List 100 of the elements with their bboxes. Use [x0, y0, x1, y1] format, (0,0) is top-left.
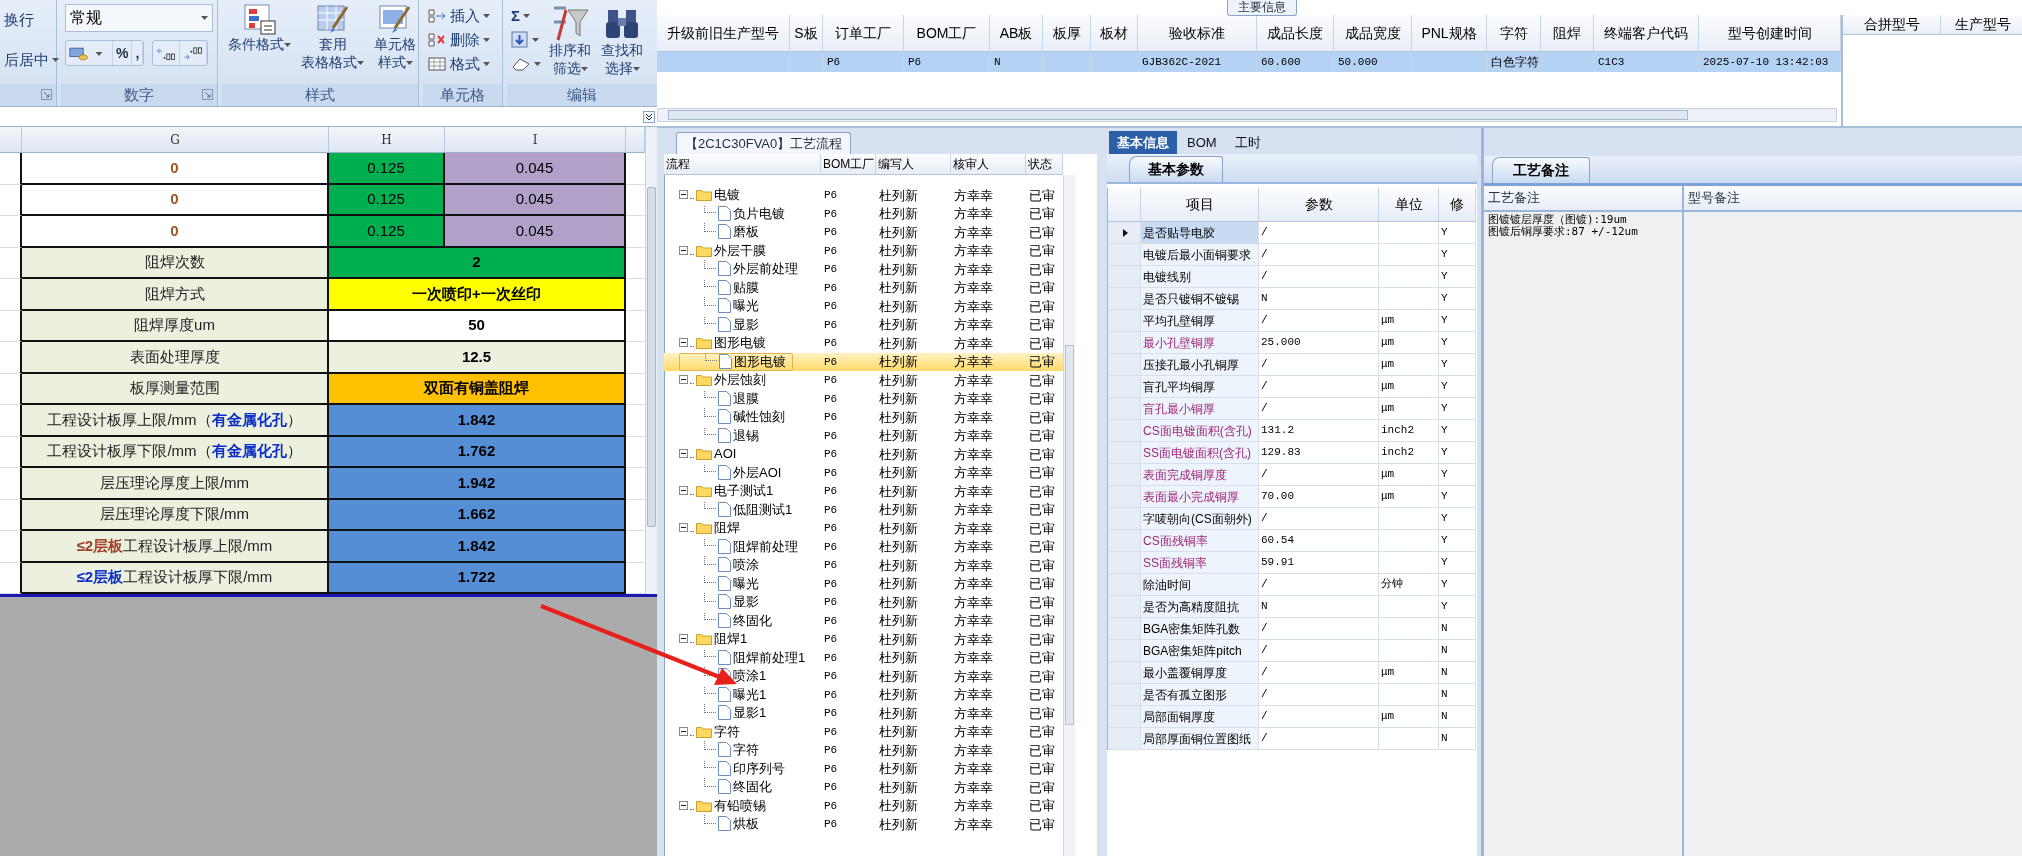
column-header[interactable]: 项目 [1141, 188, 1259, 222]
corner-cell[interactable] [0, 127, 22, 153]
column-header[interactable]: G [22, 127, 329, 153]
ribbon-button[interactable]: 换行 [4, 8, 59, 32]
column-header[interactable]: 阻焊 [1541, 15, 1594, 52]
tree-item[interactable]: 外层前处理 [679, 260, 804, 279]
expand-icon[interactable] [643, 110, 655, 123]
collapse-icon[interactable] [679, 486, 688, 496]
tree-item[interactable]: 阻焊1 [676, 630, 754, 649]
tree-item[interactable]: 阻焊前处理 [679, 537, 804, 556]
column-header[interactable]: 生产型号 [1941, 15, 2022, 35]
tree-item[interactable]: 低阻测试1 [679, 500, 799, 519]
ribbon-button[interactable]: 插入 [427, 4, 490, 28]
column-header[interactable]: PNL规格 [1412, 15, 1487, 52]
tab[interactable]: 基本参数 [1129, 156, 1223, 182]
tree-item[interactable]: 曝光 [679, 297, 765, 316]
column-header[interactable]: 板材 [1091, 15, 1138, 52]
ribbon-button[interactable]: 后居中 [4, 48, 59, 72]
tree-item[interactable]: 电镀 [676, 186, 746, 205]
tree-item[interactable]: 曝光1 [679, 685, 773, 704]
tree-item[interactable]: AOI [676, 445, 743, 464]
tree-item[interactable]: 磨板 [679, 223, 765, 242]
tree-item[interactable]: 阻焊 [676, 519, 746, 538]
column-header[interactable]: 终端客户代码 [1594, 15, 1699, 52]
column-header[interactable]: BOM工厂 [821, 154, 876, 175]
tree-item[interactable]: 外层AOI [679, 463, 788, 482]
ribbon-button[interactable]: 删除 [427, 28, 490, 52]
tree-item[interactable]: 印序列号 [679, 759, 791, 778]
tree-item[interactable]: 图形电镀 [679, 352, 793, 371]
column-header[interactable]: 编写人 [876, 154, 951, 175]
tree-item[interactable]: 碱性蚀刻 [679, 408, 791, 427]
tab[interactable]: BOM [1179, 130, 1225, 154]
column-header[interactable]: S板 [790, 15, 823, 52]
collapse-icon[interactable] [679, 375, 688, 385]
tree-item[interactable]: 终固化 [679, 611, 778, 630]
currency-button[interactable] [66, 41, 113, 65]
panel-tab[interactable]: 【2C1C30FVA0】工艺流程 [676, 131, 852, 154]
column-header[interactable]: 单位 [1379, 188, 1439, 222]
ribbon-button[interactable]: 排序和 筛选 [547, 4, 593, 80]
tab[interactable]: 工时 [1226, 130, 1269, 154]
tree-item[interactable]: 显影 [679, 315, 765, 334]
ribbon-button[interactable]: 格式 [427, 52, 490, 76]
tree-item[interactable]: 显影 [679, 593, 765, 612]
tree-item[interactable]: 有铅喷锡 [676, 796, 772, 815]
tree-item[interactable]: 阻焊前处理1 [679, 648, 812, 667]
tab[interactable]: 工艺备注 [1492, 157, 1590, 183]
column-header[interactable]: 修 [1439, 188, 1476, 222]
column-header[interactable]: 参数 [1259, 188, 1379, 222]
collapse-icon[interactable] [679, 634, 688, 644]
tree-item[interactable]: 烘板 [679, 815, 765, 834]
scrollbar[interactable] [645, 127, 657, 594]
format-button[interactable]: % [113, 41, 133, 65]
column-header[interactable]: 核审人 [951, 154, 1026, 175]
format-button[interactable]: , [132, 41, 144, 65]
column-header[interactable]: 板厚 [1043, 15, 1091, 52]
scrollbar[interactable] [1063, 175, 1075, 856]
column-header[interactable]: 订单工厂 [823, 15, 904, 52]
tree-item[interactable]: 图形电镀 [676, 334, 772, 353]
column-header[interactable]: 成品长度 [1257, 15, 1334, 52]
collapse-icon[interactable] [679, 245, 688, 255]
tree-item[interactable]: 曝光 [679, 574, 765, 593]
column-header[interactable]: 验收标准 [1138, 15, 1257, 52]
column-header[interactable]: 成品宽度 [1334, 15, 1412, 52]
tree-item[interactable]: 退锡 [679, 426, 765, 445]
tree-item[interactable]: 显影1 [679, 704, 773, 723]
column-header[interactable]: 字符 [1487, 15, 1541, 52]
collapse-icon[interactable] [679, 726, 688, 736]
scrollbar[interactable] [657, 108, 1837, 122]
launcher-icon[interactable] [202, 89, 213, 100]
collapse-icon[interactable] [679, 523, 688, 533]
column-header[interactable]: 升级前旧生产型号 [657, 15, 790, 52]
tree-item[interactable]: 喷涂 [679, 556, 765, 575]
tree-item[interactable]: 终固化 [679, 778, 778, 797]
tab[interactable]: 基本信息 [1109, 130, 1177, 154]
tree-item[interactable]: 退膜 [679, 389, 765, 408]
column-header[interactable]: AB板 [990, 15, 1043, 52]
column-header[interactable]: 型号创建时间 [1699, 15, 1841, 52]
collapse-icon[interactable] [679, 190, 688, 200]
column-header[interactable]: 流程 [664, 154, 821, 175]
column-header[interactable]: 状态 [1026, 154, 1063, 175]
ribbon-button[interactable]: 套用 表格格式 [299, 4, 366, 80]
ribbon-button[interactable]: 条件格式 [226, 4, 293, 80]
tree-item[interactable]: 字符 [676, 722, 746, 741]
tree-item[interactable]: 外层蚀刻 [676, 371, 772, 390]
ribbon-button[interactable]: 查找和 选择 [599, 4, 645, 80]
column-header[interactable]: H [329, 127, 445, 153]
number-format-dropdown[interactable]: 常规 [65, 4, 213, 32]
ribbon-button[interactable]: 单元格 样式 [372, 4, 418, 80]
tree-item[interactable]: 贴膜 [679, 278, 765, 297]
column-header[interactable]: I [445, 127, 626, 153]
tree-item[interactable]: 字符 [679, 741, 765, 760]
column-header[interactable]: BOM工厂 [904, 15, 990, 52]
launcher-icon[interactable] [41, 89, 52, 100]
autosum-button[interactable]: Σ [511, 4, 541, 28]
collapse-icon[interactable] [679, 338, 688, 348]
tree-item[interactable]: 外层干膜 [676, 241, 772, 260]
collapse-icon[interactable] [679, 449, 688, 459]
tree-item[interactable]: 电子测试1 [676, 482, 780, 501]
collapse-icon[interactable] [679, 800, 688, 810]
tree-item[interactable]: 负片电镀 [679, 204, 791, 223]
